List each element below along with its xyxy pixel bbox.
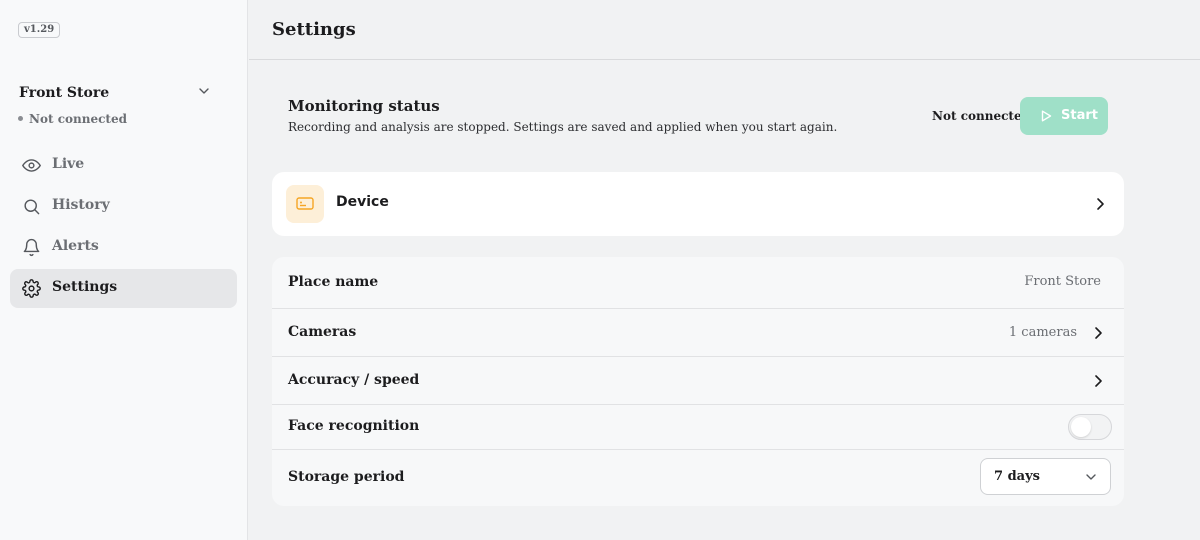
toggle-knob — [1071, 417, 1091, 437]
sidebar-item-history[interactable]: History — [10, 187, 237, 226]
setting-row-accuracy-speed[interactable]: Accuracy / speed — [272, 357, 1124, 405]
search-icon — [24, 199, 40, 215]
sidebar-item-alerts[interactable]: Alerts — [10, 228, 237, 267]
setting-label: Place name — [288, 274, 379, 290]
chevron-down-icon — [199, 88, 209, 94]
setting-label: Face recognition — [288, 418, 420, 434]
setting-row-cameras[interactable]: Cameras 1 cameras — [272, 309, 1124, 357]
play-icon — [1041, 110, 1052, 122]
setting-row-storage-period: Storage period 7 days — [272, 450, 1124, 506]
sidebar-item-label: History — [52, 197, 110, 213]
place-selector[interactable]: Front Store — [19, 82, 219, 102]
device-icon — [296, 197, 314, 210]
connection-status: Not connected — [18, 112, 127, 126]
page-title: Settings — [272, 19, 356, 40]
monitoring-status-description: Recording and analysis are stopped. Sett… — [288, 120, 838, 134]
device-card[interactable]: Device — [272, 172, 1124, 236]
storage-period-value: 7 days — [994, 469, 1040, 484]
sidebar-item-settings[interactable]: Settings — [10, 269, 237, 308]
place-selector-name: Front Store — [19, 85, 110, 101]
sidebar: v1.29 Front Store Not connected Live His… — [0, 0, 248, 540]
connection-status-text: Not connected — [29, 112, 127, 126]
sidebar-item-label: Settings — [52, 279, 118, 295]
chevron-right-icon — [1097, 198, 1104, 210]
start-button-label: Start — [1061, 108, 1098, 123]
version-badge: v1.29 — [18, 22, 61, 38]
chevron-right-icon — [1095, 327, 1102, 339]
setting-label: Accuracy / speed — [288, 372, 420, 388]
settings-list: Place name Front Store Cameras 1 cameras… — [272, 257, 1124, 506]
monitoring-status-badge: Not connected — [932, 109, 1030, 123]
setting-label: Cameras — [288, 324, 357, 340]
eye-icon — [22, 159, 41, 172]
setting-row-place-name[interactable]: Place name Front Store — [272, 257, 1124, 309]
sidebar-item-label: Alerts — [52, 238, 99, 254]
start-button[interactable]: Start — [1020, 97, 1108, 135]
device-icon-container — [286, 185, 324, 223]
setting-value: Front Store — [1024, 274, 1101, 289]
storage-period-select[interactable]: 7 days — [980, 458, 1111, 495]
setting-row-face-recognition: Face recognition — [272, 405, 1124, 450]
status-dot-icon — [18, 116, 23, 121]
device-label: Device — [336, 194, 389, 210]
setting-value: 1 cameras — [1008, 325, 1077, 340]
chevron-right-icon — [1095, 375, 1102, 387]
face-recognition-toggle[interactable] — [1068, 414, 1112, 440]
chevron-down-icon — [1086, 474, 1096, 480]
page-header: Settings — [249, 0, 1200, 60]
monitoring-status-title: Monitoring status — [288, 97, 440, 115]
bell-icon — [23, 238, 40, 257]
sidebar-item-label: Live — [52, 156, 85, 172]
sidebar-item-live[interactable]: Live — [10, 146, 237, 185]
gear-icon — [22, 279, 41, 298]
setting-label: Storage period — [288, 469, 405, 485]
